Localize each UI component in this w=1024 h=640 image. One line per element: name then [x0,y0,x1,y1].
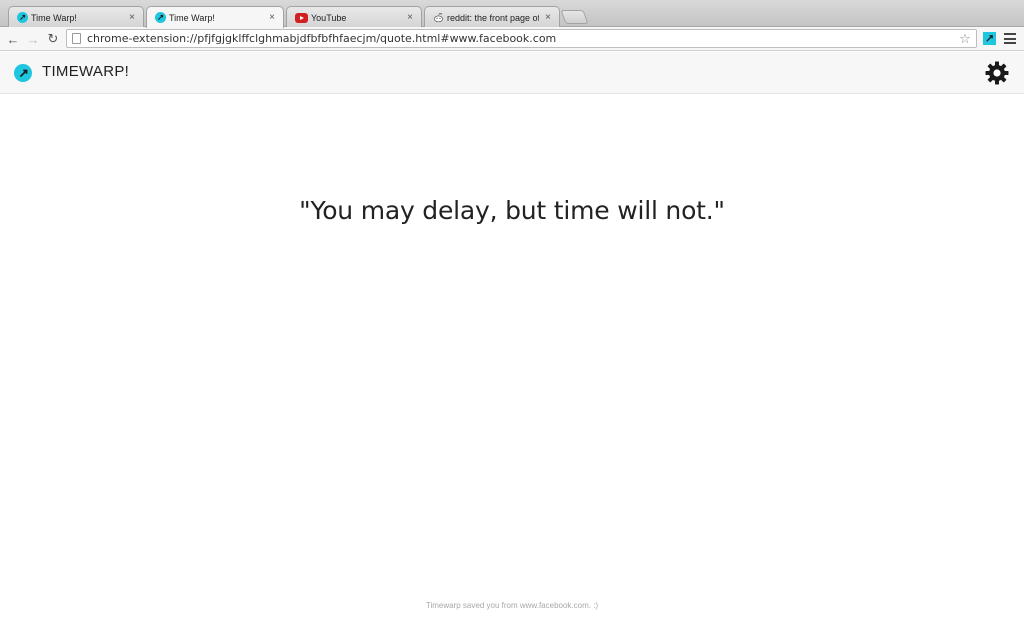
app-title: TIMEWARP! [42,63,130,80]
tab-strip: Time Warp! × Time Warp! × YouTube × redd… [0,0,1024,28]
reload-icon: ↻ [47,31,59,46]
bookmark-star-icon[interactable]: ☆ [957,31,973,47]
back-button[interactable]: ← [5,31,21,47]
tab-title: YouTube [311,12,347,23]
youtube-favicon-icon [295,12,308,23]
page-icon [72,33,81,44]
tab-title: reddit: the front page of th [447,12,539,23]
tab-close-icon[interactable]: × [127,12,137,23]
reload-button[interactable]: ↻ [45,31,61,47]
tab-timewarp-2[interactable]: Time Warp! × [146,6,284,28]
timewarp-favicon-icon [17,12,28,23]
app-header: TIMEWARP! [0,52,1024,94]
tab-title: Time Warp! [31,12,77,23]
tab-youtube[interactable]: YouTube × [286,6,422,28]
settings-gear-icon[interactable] [985,61,1009,85]
tab-close-icon[interactable]: × [405,12,415,23]
timewarp-favicon-icon [155,12,166,23]
tab-close-icon[interactable]: × [543,12,553,23]
tab-close-icon[interactable]: × [267,12,277,23]
tab-timewarp-1[interactable]: Time Warp! × [8,6,144,28]
new-tab-button[interactable] [560,10,589,24]
browser-toolbar: ← → ↻ chrome-extension://pfjfgjgklffclgh… [0,27,1024,51]
tab-title: Time Warp! [169,12,215,23]
forward-arrow-icon: → [26,31,40,47]
back-arrow-icon: ← [6,31,20,47]
forward-button[interactable]: → [25,31,41,47]
footer-text: Timewarp saved you from www.facebook.com… [425,601,599,610]
timewarp-logo-icon [14,64,32,82]
quote-text: "You may delay, but time will not." [299,196,725,225]
url-text[interactable]: chrome-extension://pfjfgjgklffclghmabjdf… [87,32,957,45]
chrome-menu-icon[interactable] [1004,33,1016,44]
reddit-favicon-icon [433,12,444,23]
timewarp-extension-icon[interactable] [983,32,996,45]
address-bar[interactable]: chrome-extension://pfjfgjgklffclghmabjdf… [66,29,977,48]
tab-reddit[interactable]: reddit: the front page of th × [424,6,560,28]
